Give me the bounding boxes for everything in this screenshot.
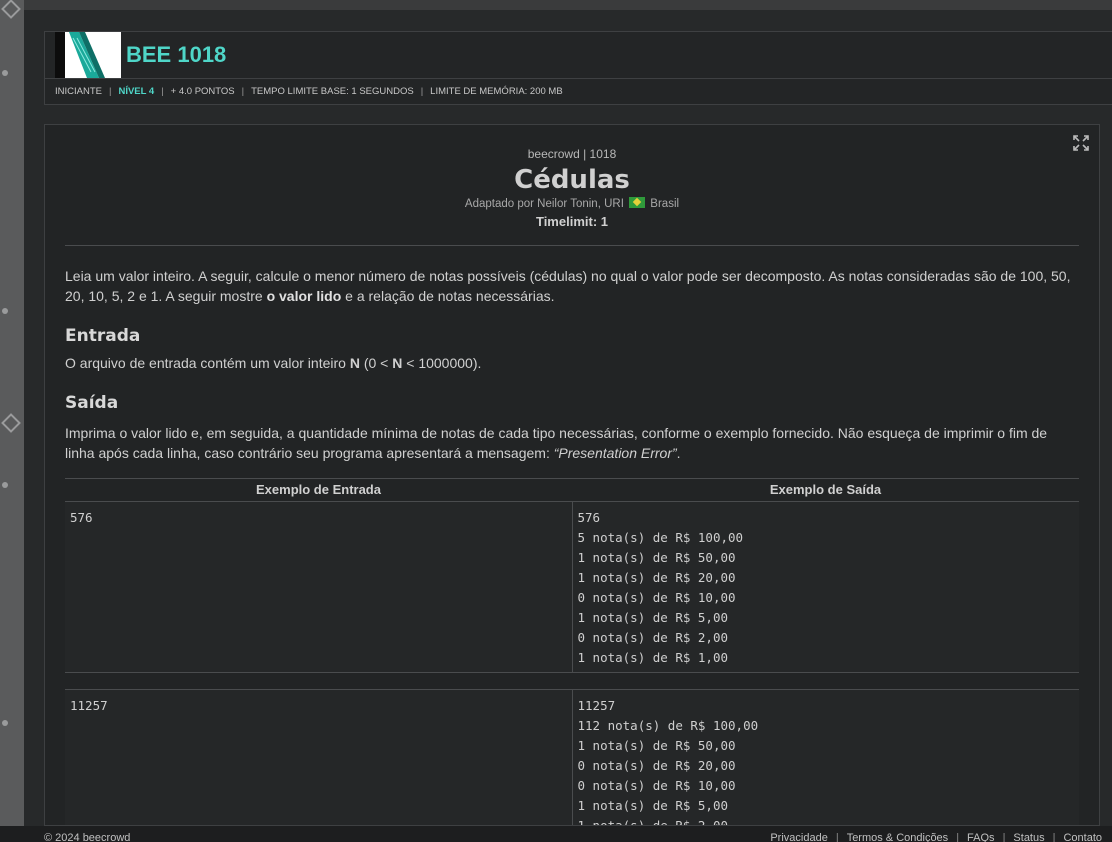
example-table-1: Exemplo de Entrada Exemplo de Saída 576 …: [65, 478, 1079, 673]
meta-level: NÍVEL 4: [118, 86, 155, 97]
rail-dot-icon: [2, 720, 8, 726]
meta-memory-limit: LIMITE DE MEMÓRIA: 200 MB: [430, 86, 563, 97]
example-input[interactable]: 576: [65, 502, 572, 672]
rail-dot-icon: [2, 482, 8, 488]
footer-link-faqs[interactable]: FAQs: [967, 832, 995, 842]
footer-link-terms[interactable]: Termos & Condições: [847, 832, 949, 842]
example-input-header: Exemplo de Entrada: [256, 482, 381, 497]
problem-timelimit: Timelimit: 1: [535, 214, 608, 229]
output-description: Imprima o valor lido e, em seguida, a qu…: [65, 425, 1048, 461]
example-row: 11257 11257 112 nota(s) de R$ 100,00 1 n…: [65, 690, 1080, 825]
example-output[interactable]: 576 5 nota(s) de R$ 100,00 1 nota(s) de …: [571, 502, 1080, 672]
footer-link-privacy[interactable]: Privacidade: [770, 832, 827, 842]
problem-header: BEE 1018 INICIANTE | NÍVEL 4 | + 4.0 PONTOS |…: [44, 31, 1112, 105]
brazil-flag-icon: [629, 197, 646, 208]
divider: [65, 245, 1079, 246]
example-input[interactable]: 11257: [65, 690, 572, 825]
meta-points: + 4.0 PONTOS: [170, 86, 235, 97]
footer-link-contact[interactable]: Contato: [1063, 832, 1102, 842]
footer: © 2024 beecrowd Privacidade | Termos & Con…: [0, 826, 1112, 842]
problem-logo-icon: [55, 32, 121, 78]
problem-meta: INICIANTE | NÍVEL 4 | + 4.0 PONTOS | TEMPO LIM…: [55, 86, 563, 97]
meta-time-limit: TEMPO LIMITE BASE: 1 SEGUNDOS: [251, 86, 414, 97]
rail-dot-icon: [2, 308, 8, 314]
meta-category[interactable]: INICIANTE: [55, 86, 102, 97]
example-output-header: Exemplo de Saída: [769, 482, 882, 497]
footer-link-status[interactable]: Status: [1013, 832, 1044, 842]
rail-handle-icon[interactable]: [1, 413, 21, 433]
output-section-title: Saída: [65, 393, 119, 413]
rail-dot-icon: [2, 70, 8, 76]
expand-icon[interactable]: [1073, 135, 1089, 151]
author-text: Adaptado por Neilor Tonin, URI: [464, 198, 624, 210]
problem-card: beecrowd | 1018 Cédulas Adaptado por Nei…: [44, 124, 1100, 826]
input-section-title: Entrada: [65, 326, 141, 346]
problem-author: Adaptado por Neilor Tonin, URI Brasil: [45, 197, 1099, 210]
window-top-edge: [24, 0, 1112, 10]
footer-links: Privacidade | Termos & Condições | FAQs | Stat…: [770, 832, 1102, 842]
left-rail: [0, 0, 24, 842]
rail-handle-icon[interactable]: [1, 0, 21, 19]
header-divider: [45, 78, 1112, 79]
example-output[interactable]: 11257 112 nota(s) de R$ 100,00 1 nota(s)…: [571, 690, 1080, 825]
example-table-2: 11257 11257 112 nota(s) de R$ 100,00 1 n…: [65, 689, 1080, 825]
footer-copyright: © 2024 beecrowd: [44, 832, 131, 842]
input-description: O arquivo de entrada contém um valor int…: [65, 355, 482, 371]
example-row: 576 576 5 nota(s) de R$ 100,00 1 nota(s)…: [65, 502, 1079, 673]
author-country: Brasil: [650, 198, 680, 210]
main-area: BEE 1018 INICIANTE | NÍVEL 4 | + 4.0 PONTOS |…: [24, 10, 1112, 826]
problem-code-title: BEE 1018: [126, 42, 227, 67]
problem-breadcrumb: beecrowd | 1018: [527, 147, 617, 161]
problem-description: Leia um valor inteiro. A seguir, calcule…: [65, 268, 1071, 304]
problem-name: Cédulas: [514, 165, 630, 195]
